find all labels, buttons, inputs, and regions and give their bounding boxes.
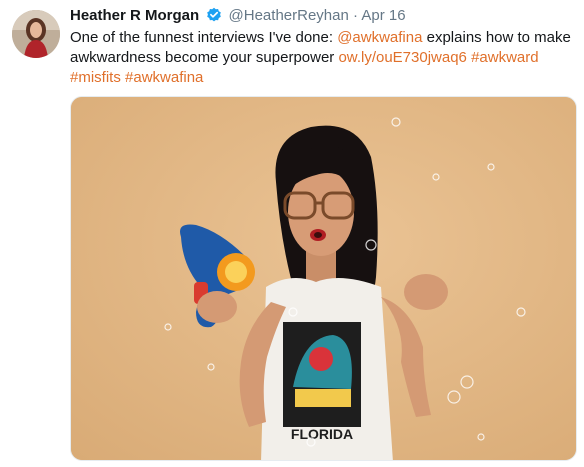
tweet-card[interactable]: Heather R Morgan @HeatherReyhan · Apr 16… xyxy=(0,0,584,467)
author-handle[interactable]: @HeatherReyhan xyxy=(229,7,349,24)
tweet-header: Heather R Morgan @HeatherReyhan · Apr 16 xyxy=(70,6,406,26)
author-name[interactable]: Heather R Morgan xyxy=(70,7,199,24)
tweet-text: One of the funnest interviews I've done:… xyxy=(70,28,575,88)
verified-badge-icon xyxy=(206,7,222,23)
avatar[interactable] xyxy=(12,10,60,58)
mention-link[interactable]: @awkwafina xyxy=(337,29,422,46)
hashtag-misfits[interactable]: #misfits xyxy=(70,69,121,86)
tweet-photo[interactable]: FLORIDA xyxy=(70,96,577,461)
hashtag-awkwafina[interactable]: #awkwafina xyxy=(125,69,203,86)
separator-dot: · xyxy=(353,7,358,24)
avatar-image xyxy=(12,10,60,58)
hashtag-awkward[interactable]: #awkward xyxy=(471,49,539,66)
tweet-date[interactable]: Apr 16 xyxy=(361,7,405,24)
photo-illustration: FLORIDA xyxy=(71,97,576,460)
shirt-text: FLORIDA xyxy=(291,426,353,442)
url-link[interactable]: ow.ly/ouE730jwaq6 xyxy=(338,49,466,66)
text-part-1: One of the funnest interviews I've done: xyxy=(70,29,338,46)
